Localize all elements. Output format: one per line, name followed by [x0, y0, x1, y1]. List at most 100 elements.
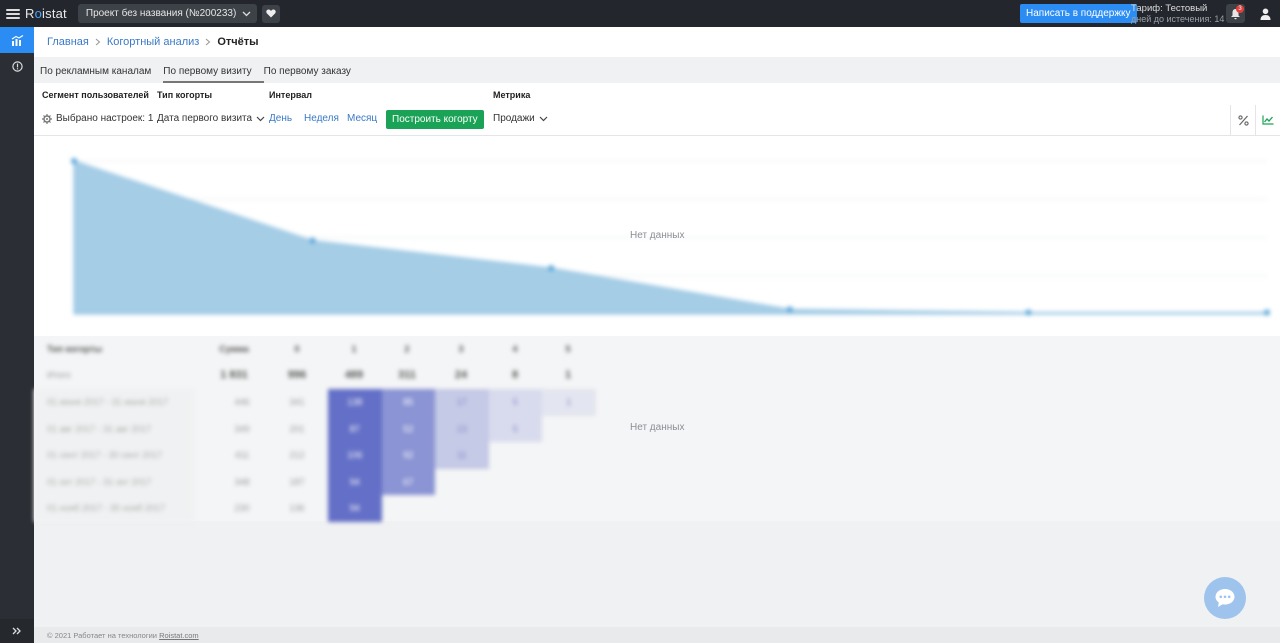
- table-header-period: 5: [565, 344, 571, 354]
- table-heat-cell: 94: [328, 468, 382, 495]
- segment-selector[interactable]: Выбрано настроек: 1: [42, 113, 153, 124]
- table-no-data-label: Нет данных: [630, 422, 685, 433]
- tab-first-order[interactable]: По первому заказу: [264, 66, 357, 83]
- table-header-cohort: Тип когорты: [47, 344, 103, 354]
- table-row-label: 01 нояб 2017 - 30 нояб 2017: [47, 503, 166, 513]
- table-row-sum: 349: [234, 423, 250, 434]
- table-total-value: 996: [287, 369, 307, 381]
- main-content: Главная Когортный анализ Отчёты По рекла…: [34, 27, 1280, 643]
- table-row-sum: 446: [234, 397, 250, 407]
- gear-icon: [42, 113, 52, 124]
- table-row-label: 01 авг 2017 - 31 авг 2017: [47, 423, 152, 434]
- chart-point: [1025, 309, 1032, 316]
- table-total-sum: 1 831: [220, 369, 248, 381]
- menu-icon[interactable]: [6, 8, 20, 19]
- table-total-value: 1: [564, 369, 572, 381]
- top-bar: Roistat Проект без названия (№200233) На…: [0, 0, 1280, 27]
- cohort-type-label: Тип когорты: [157, 90, 213, 100]
- table-total-label: Итого: [47, 370, 71, 380]
- breadcrumb-home[interactable]: Главная: [47, 36, 89, 48]
- sidebar: [0, 27, 34, 643]
- table-header-period: 3: [458, 344, 464, 354]
- percent-toggle-button[interactable]: [1230, 105, 1255, 135]
- table-row-first: 341: [289, 397, 305, 407]
- table-row-label: 01 окт 2017 - 31 окт 2017: [47, 476, 152, 487]
- table-total-value: 8: [511, 369, 519, 381]
- table-heat-cell: 94: [328, 495, 382, 522]
- cohort-type-dropdown[interactable]: Дата первого визита: [157, 113, 265, 124]
- footer-text: © 2021 Работает на технологии: [47, 630, 157, 640]
- table-row-sum: 348: [234, 476, 250, 487]
- table-row-first: 201: [289, 423, 305, 434]
- table-row-first: 136: [289, 503, 305, 513]
- metric-dropdown[interactable]: Продажи: [493, 113, 548, 124]
- chevron-down-icon: [539, 116, 548, 121]
- chart-point: [1264, 309, 1270, 316]
- support-button[interactable]: Написать в поддержку: [1020, 4, 1137, 23]
- user-menu-button[interactable]: [1256, 5, 1274, 22]
- table-heat-cell: 5: [488, 389, 542, 416]
- chart-toggle-button[interactable]: [1255, 105, 1280, 135]
- table-heat-cell: 67: [381, 468, 435, 495]
- table-header-period: 1: [351, 344, 357, 354]
- user-icon: [1260, 8, 1270, 20]
- notifications-button[interactable]: 3: [1226, 4, 1245, 23]
- info-icon: [11, 60, 23, 72]
- chart-no-data-label: Нет данных: [630, 230, 685, 241]
- table-heat-cell: 5: [488, 415, 542, 442]
- chat-widget-button[interactable]: [1204, 577, 1246, 619]
- table-total-value: 489: [344, 369, 364, 381]
- sidebar-item-info[interactable]: [0, 53, 34, 79]
- notifications-badge: 3: [1236, 5, 1244, 13]
- table-header-period: 2: [404, 344, 410, 354]
- table-row-label: 01 июня 2017 - 31 июня 2017: [47, 397, 169, 407]
- double-chevron-right-icon: [12, 627, 21, 635]
- heart-icon: [266, 9, 277, 18]
- favorite-button[interactable]: [262, 4, 281, 23]
- table-heat-cell: 17: [435, 389, 489, 416]
- table-row-sum: 230: [234, 503, 250, 513]
- line-chart-icon: [1262, 115, 1274, 125]
- table-header-total: Сумма: [219, 344, 249, 354]
- sidebar-item-analytics[interactable]: [0, 27, 34, 53]
- analytics-icon: [11, 34, 23, 46]
- chat-bubble-icon: [1215, 589, 1235, 607]
- metric-label: Метрика: [493, 90, 531, 100]
- metric-value: Продажи: [493, 113, 535, 124]
- table-heat-cell: 11: [435, 442, 489, 469]
- table-heat-cell: 1: [542, 389, 596, 416]
- table-heat-cell: 13: [435, 415, 489, 442]
- cohort-table: Тип когорты Сумма 0 1 2 3 4 5 Итого 1 831 996 489 31…: [34, 336, 1280, 522]
- project-selector[interactable]: Проект без названия (№200233): [77, 4, 258, 23]
- tab-first-visit[interactable]: По первому визиту: [163, 66, 265, 83]
- tariff-info[interactable]: Тариф: Тестовый дней до истечения: 14: [1131, 3, 1224, 25]
- project-name: Проект без названия (№200233): [85, 8, 237, 19]
- table-row-first: 212: [289, 450, 305, 460]
- breadcrumb-cohort-analysis[interactable]: Когортный анализ: [107, 36, 199, 48]
- interval-day-button[interactable]: День: [269, 113, 292, 124]
- percent-icon: [1237, 114, 1249, 126]
- filters-panel: Сегмент пользователей Тип когорты Интерв…: [34, 83, 1280, 136]
- sidebar-expand-button[interactable]: [0, 619, 34, 643]
- report-tabs: По рекламным каналам По первому визиту П…: [34, 57, 1280, 83]
- tariff-title: Тариф: Тестовый: [1131, 3, 1208, 14]
- segment-value: Выбрано настроек: 1: [56, 113, 154, 124]
- table-row-first: 187: [289, 476, 305, 487]
- logo[interactable]: Roistat: [25, 6, 67, 21]
- table-row-sum: 411: [234, 450, 250, 460]
- tab-ad-channels[interactable]: По рекламным каналам: [40, 66, 157, 83]
- chevron-down-icon: [242, 11, 251, 16]
- segment-label: Сегмент пользователей: [42, 90, 149, 100]
- breadcrumb: Главная Когортный анализ Отчёты: [34, 27, 1280, 57]
- footer-link[interactable]: Roistat.com: [159, 631, 199, 640]
- interval-month-button[interactable]: Месяц: [347, 113, 377, 124]
- build-cohort-button[interactable]: Построить когорту: [386, 110, 484, 129]
- chevron-right-icon: [95, 38, 101, 46]
- table-heat-cell: 92: [381, 442, 435, 469]
- interval-week-button[interactable]: Неделя: [304, 113, 339, 124]
- chart-point: [548, 265, 555, 272]
- table-row-label: 01 сент 2017 - 30 сент 2017: [47, 450, 163, 460]
- chevron-right-icon: [205, 38, 211, 46]
- table-total-value: 24: [454, 369, 468, 381]
- table-heat-cell: 52: [381, 415, 435, 442]
